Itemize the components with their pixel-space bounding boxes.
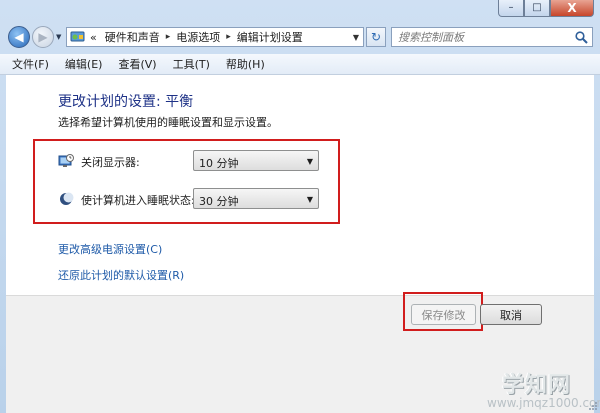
address-dropdown-icon[interactable]: ▼ bbox=[353, 33, 359, 42]
sleep-label: 使计算机进入睡眠状态: bbox=[81, 194, 195, 207]
breadcrumb-hardware-sound[interactable]: 硬件和声音 bbox=[105, 29, 160, 45]
breadcrumb-edit-plan[interactable]: 编辑计划设置 bbox=[237, 29, 303, 45]
moon-icon bbox=[60, 192, 74, 205]
chevron-down-icon: ▼ bbox=[306, 157, 313, 166]
resize-grip-icon[interactable] bbox=[588, 401, 598, 411]
watermark-title: 学知网 bbox=[502, 373, 572, 398]
forward-button[interactable]: ▶ bbox=[32, 26, 54, 48]
menu-edit[interactable]: 编辑(E) bbox=[57, 56, 111, 72]
recent-pages-dropdown-icon[interactable]: ▼ bbox=[56, 33, 61, 41]
address-box[interactable]: « 硬件和声音 ▸ 电源选项 ▸ 编辑计划设置 ▼ bbox=[66, 27, 364, 47]
refresh-icon: ↻ bbox=[370, 30, 382, 44]
menu-tools[interactable]: 工具(T) bbox=[165, 56, 218, 72]
menu-file[interactable]: 文件(F) bbox=[0, 56, 57, 72]
back-button[interactable]: ◀ bbox=[8, 26, 30, 48]
minimize-icon: – bbox=[508, 2, 514, 13]
chevron-down-icon: ▼ bbox=[306, 195, 313, 204]
refresh-button[interactable]: ↻ bbox=[366, 27, 386, 47]
setting-row-sleep: 使计算机进入睡眠状态: 30 分钟 ▼ bbox=[58, 188, 348, 210]
monitor-clock-icon bbox=[58, 154, 74, 167]
search-box bbox=[391, 27, 593, 47]
search-icon[interactable] bbox=[575, 31, 588, 44]
forward-arrow-icon: ▶ bbox=[38, 30, 48, 44]
display-off-label: 关闭显示器: bbox=[81, 156, 140, 169]
sleep-value: 30 分钟 bbox=[199, 195, 239, 208]
minimize-button[interactable]: – bbox=[498, 0, 524, 17]
sleep-select[interactable]: 30 分钟 ▼ bbox=[193, 188, 319, 209]
menu-bar: 文件(F) 编辑(E) 查看(V) 工具(T) 帮助(H) bbox=[0, 54, 600, 75]
back-arrow-icon: ◀ bbox=[14, 30, 24, 44]
maximize-button[interactable]: □ bbox=[524, 0, 550, 17]
save-button[interactable]: 保存修改 bbox=[411, 304, 476, 325]
maximize-icon: □ bbox=[532, 2, 542, 13]
page-title: 更改计划的设置: 平衡 bbox=[58, 94, 194, 110]
control-panel-icon bbox=[70, 31, 85, 42]
watermark-url: www.jmqz1000.com bbox=[487, 396, 600, 410]
restore-defaults-link[interactable]: 还原此计划的默认设置(R) bbox=[58, 267, 184, 283]
menu-help[interactable]: 帮助(H) bbox=[218, 56, 273, 72]
advanced-power-settings-link[interactable]: 更改高级电源设置(C) bbox=[58, 241, 162, 257]
search-input[interactable] bbox=[392, 28, 578, 46]
breadcrumb-overflow-icon[interactable]: « bbox=[90, 31, 97, 44]
breadcrumb-power-options[interactable]: 电源选项 bbox=[176, 29, 220, 45]
display-off-value: 10 分钟 bbox=[199, 157, 239, 170]
window-frame: – □ X ◀ ▶ ▼ « 硬件和声音 ▸ 电源选项 ▸ 编辑计划设置 ▼ ↻ bbox=[0, 0, 600, 413]
display-off-select[interactable]: 10 分钟 ▼ bbox=[193, 150, 319, 171]
close-button[interactable]: X bbox=[550, 0, 594, 17]
breadcrumb: « 硬件和声音 ▸ 电源选项 ▸ 编辑计划设置 bbox=[90, 29, 303, 45]
content-pane: 更改计划的设置: 平衡 选择希望计算机使用的睡眠设置和显示设置。 关闭显示器: … bbox=[6, 75, 600, 413]
close-icon: X bbox=[567, 1, 577, 15]
setting-row-display-off: 关闭显示器: 10 分钟 ▼ bbox=[58, 150, 348, 172]
page-subtitle: 选择希望计算机使用的睡眠设置和显示设置。 bbox=[58, 116, 278, 129]
cancel-button[interactable]: 取消 bbox=[480, 304, 542, 325]
breadcrumb-separator-icon[interactable]: ▸ bbox=[166, 32, 171, 42]
breadcrumb-separator-icon[interactable]: ▸ bbox=[226, 32, 231, 42]
menu-view[interactable]: 查看(V) bbox=[110, 56, 164, 72]
navigation-bar: ◀ ▶ ▼ « 硬件和声音 ▸ 电源选项 ▸ 编辑计划设置 ▼ ↻ bbox=[0, 24, 600, 54]
window-controls: – □ X bbox=[498, 0, 594, 18]
